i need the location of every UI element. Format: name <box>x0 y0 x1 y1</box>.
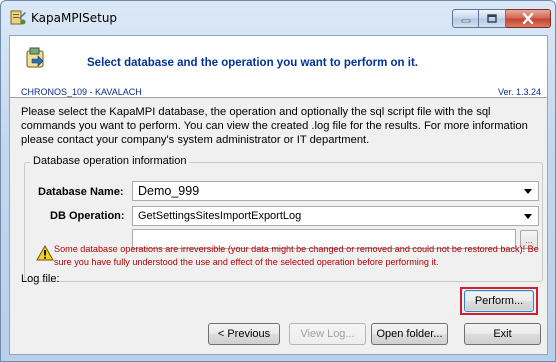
info-row: CHRONOS_109 - KAVALACH Ver. 1.3.24 <box>10 76 547 98</box>
warning-icon <box>36 245 54 261</box>
version-label: Ver. 1.3.24 <box>497 87 541 97</box>
db-operation-label: DB Operation: <box>50 210 125 222</box>
perform-button[interactable]: Perform... <box>464 290 534 312</box>
minimize-icon <box>461 19 470 22</box>
maximize-button[interactable] <box>479 9 506 28</box>
app-icon <box>10 10 26 25</box>
close-button[interactable] <box>506 9 551 28</box>
warning-text: Some database operations are irreversibl… <box>54 244 539 267</box>
previous-button[interactable]: < Previous <box>208 323 280 345</box>
description-text: Please select the KapaMPI database, the … <box>21 106 528 146</box>
wizard-page: Select database and the operation you wa… <box>9 35 548 355</box>
title-bar[interactable]: KapaMPISetup <box>1 1 555 35</box>
open-folder-button[interactable]: Open folder... <box>371 323 448 345</box>
exit-button[interactable]: Exit <box>464 323 541 345</box>
setup-window: KapaMPISetup Select database and the ope… <box>0 0 556 362</box>
window-title: KapaMPISetup <box>31 11 118 25</box>
db-operation-value: GetSettingsSitesImportExportLog <box>138 210 302 222</box>
database-identifier: CHRONOS_109 - KAVALACH <box>21 87 142 97</box>
db-operation-select[interactable]: GetSettingsSitesImportExportLog <box>132 206 539 226</box>
database-name-value: Demo_999 <box>138 184 200 198</box>
header-title: Select database and the operation you wa… <box>87 57 418 69</box>
close-icon <box>522 13 534 24</box>
view-log-button[interactable]: View Log... <box>289 323 366 345</box>
maximize-icon <box>487 14 497 23</box>
minimize-button[interactable] <box>452 9 479 28</box>
group-title: Database operation information <box>30 155 190 167</box>
chevron-down-icon[interactable] <box>524 189 532 194</box>
caption-buttons <box>452 9 551 29</box>
log-file-label: Log file: <box>21 273 60 285</box>
database-name-select[interactable]: Demo_999 <box>132 181 539 201</box>
header-band: Select database and the operation you wa… <box>10 36 547 76</box>
database-setup-icon <box>26 47 44 68</box>
chevron-down-icon[interactable] <box>524 214 532 219</box>
database-name-label: Database Name: <box>38 186 124 198</box>
